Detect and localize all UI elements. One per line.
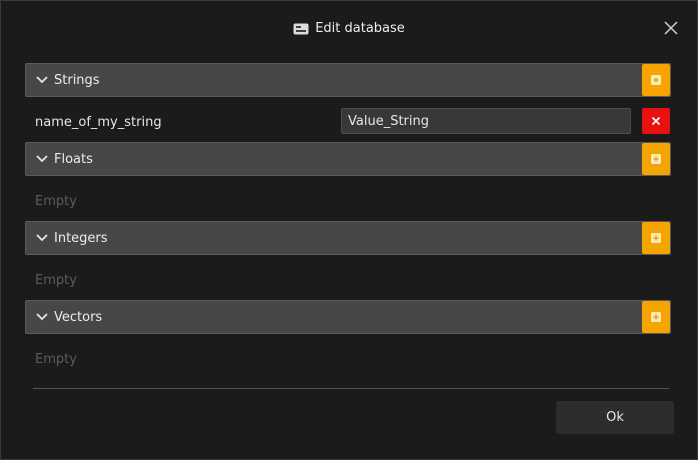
database-icon bbox=[293, 23, 309, 34]
section-header-vectors[interactable]: Vectors bbox=[25, 300, 671, 334]
add-float-button[interactable] bbox=[642, 143, 670, 175]
dialog-titlebar: Edit database bbox=[1, 1, 697, 56]
section-header-floats[interactable]: Floats bbox=[25, 142, 671, 176]
edit-database-dialog: Edit database Strings name_of_my_string bbox=[0, 0, 698, 460]
section-header-strings[interactable]: Strings bbox=[25, 63, 671, 97]
add-string-button[interactable] bbox=[642, 64, 670, 96]
string-value-input[interactable] bbox=[341, 108, 631, 134]
add-icon bbox=[651, 233, 661, 243]
chevron-down-icon bbox=[36, 313, 48, 321]
ok-button[interactable]: Ok bbox=[556, 401, 674, 434]
string-name-label: name_of_my_string bbox=[35, 115, 162, 130]
section-label-floats: Floats bbox=[54, 151, 93, 167]
add-icon bbox=[651, 312, 661, 322]
integers-empty-text: Empty bbox=[35, 273, 77, 288]
chevron-down-icon bbox=[36, 76, 48, 84]
vectors-empty-text: Empty bbox=[35, 352, 77, 367]
add-icon bbox=[651, 75, 661, 85]
close-icon[interactable] bbox=[663, 20, 679, 36]
dialog-title-group: Edit database bbox=[293, 21, 405, 36]
section-label-integers: Integers bbox=[54, 230, 108, 246]
add-icon bbox=[651, 154, 661, 164]
close-icon bbox=[651, 116, 661, 126]
add-vector-button[interactable] bbox=[642, 301, 670, 333]
footer-divider bbox=[33, 388, 669, 389]
section-header-integers[interactable]: Integers bbox=[25, 221, 671, 255]
chevron-down-icon bbox=[36, 155, 48, 163]
section-label-vectors: Vectors bbox=[54, 309, 103, 325]
floats-empty-text: Empty bbox=[35, 194, 77, 209]
delete-string-button[interactable] bbox=[642, 108, 670, 134]
add-integer-button[interactable] bbox=[642, 222, 670, 254]
chevron-down-icon bbox=[36, 234, 48, 242]
dialog-title: Edit database bbox=[315, 21, 405, 36]
section-label-strings: Strings bbox=[54, 72, 100, 88]
